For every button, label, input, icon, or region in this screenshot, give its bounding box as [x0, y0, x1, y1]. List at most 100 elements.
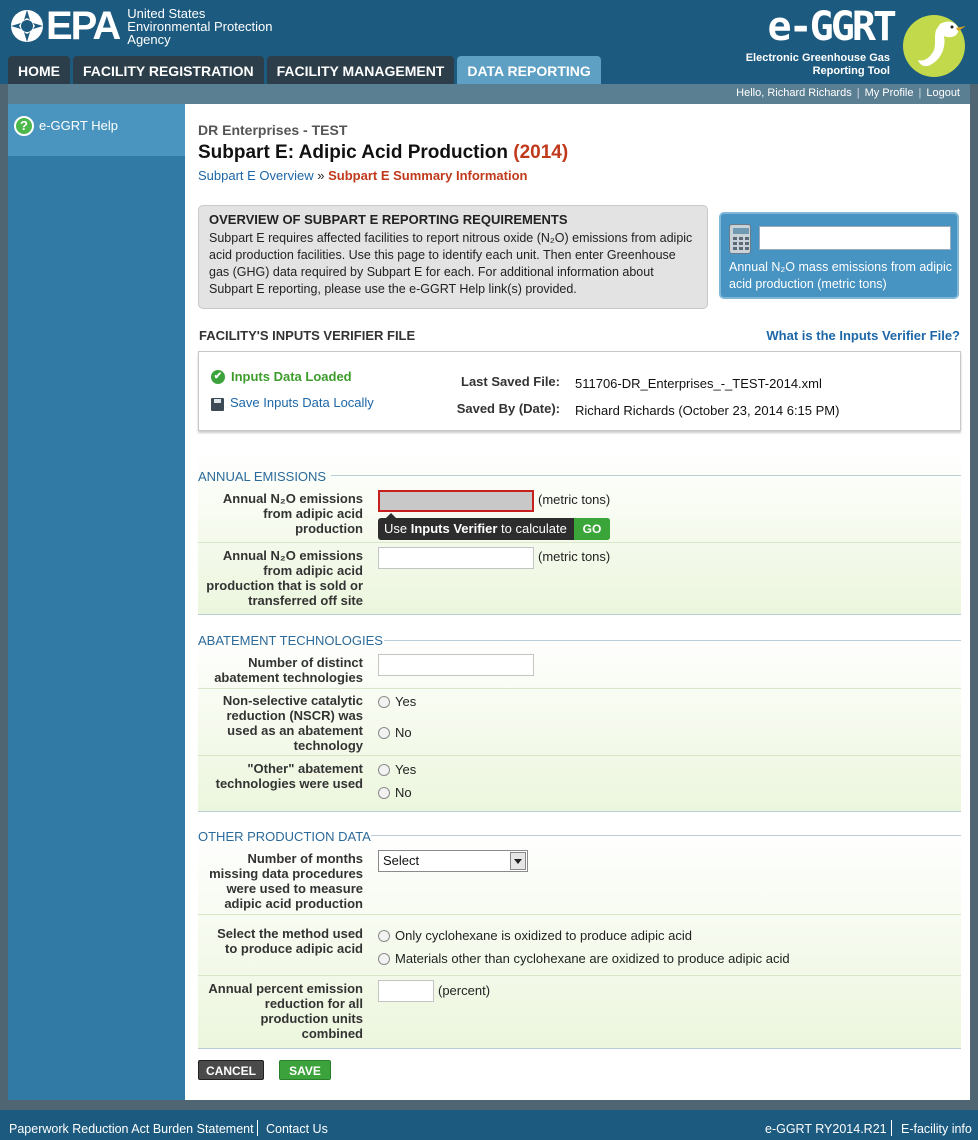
epa-flower-icon [11, 10, 43, 42]
row-divider [198, 542, 961, 543]
n2o-sold-label: Annual N₂O emissions from adipic acid pr… [206, 548, 363, 608]
inputs-verifier-tooltip: Use Inputs Verifier to calculate GO [378, 513, 610, 540]
radio-dot [378, 695, 390, 708]
footer-top-strip [0, 1100, 978, 1110]
method-other-materials-radio[interactable]: Materials other than cyclohexane are oxi… [378, 951, 790, 966]
calculated-emissions-output [759, 226, 951, 250]
nscr-yes-radio[interactable]: Yes [378, 694, 416, 709]
missing-months-select[interactable]: Select [378, 850, 528, 872]
help-icon: ? [14, 116, 34, 136]
saved-by-value: Richard Richards (October 23, 2014 6:15 … [575, 403, 840, 418]
epa-logo[interactable]: EPA United States Environmental Protecti… [10, 6, 273, 46]
row-divider [198, 975, 961, 976]
num-abatement-input[interactable] [378, 654, 534, 676]
user-greeting: Hello, Richard Richards [736, 87, 852, 99]
tooltip-text-bold: Inputs Verifier [410, 521, 498, 536]
sidebar-item-help[interactable]: ? e-GGRT Help [8, 104, 185, 156]
eggrt-logo: e-GGRT [767, 4, 897, 50]
efacility-info-link[interactable]: E-facility info [901, 1122, 972, 1136]
eggrt-subtitle-line-2: Reporting Tool [812, 65, 890, 77]
radio-dot [378, 952, 390, 965]
other-abatement-label: "Other" abatement technologies were used [215, 761, 363, 791]
separator: | [856, 87, 860, 99]
heron-logo-icon [903, 15, 966, 77]
nav-tab-facility-registration[interactable]: FACILITY REGISTRATION [73, 56, 264, 84]
nscr-no-radio[interactable]: No [378, 725, 412, 740]
inputs-loaded-text: Inputs Data Loaded [231, 369, 352, 384]
radio-label: Yes [395, 762, 417, 777]
radio-label: Materials other than cyclohexane are oxi… [395, 951, 790, 966]
percent-reduction-label: Annual percent emission reduction for al… [208, 981, 363, 1041]
annual-emissions-title: ANNUAL EMISSIONS [198, 469, 327, 484]
contact-us-link[interactable]: Contact Us [266, 1122, 328, 1136]
paperwork-link[interactable]: Paperwork Reduction Act Burden Statement [9, 1122, 254, 1136]
tooltip-text-pre: Use [384, 521, 411, 536]
n2o-emissions-label: Annual N₂O emissions from adipic acid pr… [222, 491, 363, 536]
method-label: Select the method used to produce adipic… [217, 926, 363, 956]
section-divider [371, 835, 961, 836]
row-divider [198, 755, 961, 756]
sidebar: ? e-GGRT Help [8, 104, 185, 1100]
radio-dot [378, 929, 390, 942]
cancel-button[interactable]: CANCEL [198, 1060, 264, 1080]
overview-text: Subpart E requires affected facilities t… [209, 231, 693, 296]
row-divider [198, 914, 961, 915]
calculator-icon [729, 224, 751, 254]
nav-tab-home[interactable]: HOME [8, 56, 70, 84]
n2o-emissions-input[interactable] [378, 490, 534, 512]
calculated-emissions-label: Annual N₂O mass emissions from adipic ac… [729, 260, 952, 291]
save-inputs-locally-text: Save Inputs Data Locally [230, 395, 374, 410]
overview-title: OVERVIEW OF SUBPART E REPORTING REQUIREM… [209, 212, 568, 227]
other-abatement-no-radio[interactable]: No [378, 785, 412, 800]
header: EPA United States Environmental Protecti… [0, 0, 978, 84]
footer-separator [257, 1120, 258, 1136]
inputs-verifier-header: FACILITY'S INPUTS VERIFIER FILE [199, 328, 416, 343]
tooltip-text-post: to calculate [497, 521, 567, 536]
calculated-emissions-box: Annual N₂O mass emissions from adipic ac… [719, 212, 959, 299]
radio-dot [378, 786, 390, 799]
last-saved-label: Last Saved File: [461, 374, 560, 389]
my-profile-link[interactable]: My Profile [865, 87, 914, 99]
breadcrumb-separator: » [317, 168, 325, 183]
n2o-sold-input[interactable] [378, 547, 534, 569]
nscr-label: Non-selective catalytic reduction (NSCR)… [222, 693, 363, 753]
missing-months-label: Number of months missing data procedures… [209, 851, 363, 911]
nav-tab-data-reporting[interactable]: DATA REPORTING [457, 56, 601, 84]
percent-reduction-unit: (percent) [438, 983, 491, 998]
company-name: DR Enterprises - TEST [198, 122, 348, 138]
saved-by-label: Saved By (Date): [456, 401, 560, 416]
go-button[interactable]: GO [574, 518, 610, 540]
other-production-title: OTHER PRODUCTION DATA [198, 829, 371, 844]
logout-link[interactable]: Logout [926, 87, 960, 99]
what-is-inputs-verifier-link[interactable]: What is the Inputs Verifier File? [766, 328, 960, 343]
eggrt-subtitle: Electronic Greenhouse Gas Reporting Tool [746, 52, 890, 78]
agency-name: United States Environmental Protection A… [127, 7, 272, 46]
radio-label: No [395, 785, 412, 800]
nav-tab-facility-management[interactable]: FACILITY MANAGEMENT [266, 56, 455, 84]
save-button[interactable]: SAVE [279, 1060, 331, 1080]
missing-months-selected-value: Select [383, 853, 420, 868]
section-divider [331, 475, 961, 476]
agency-line-3: Agency [127, 31, 171, 47]
breadcrumb-overview-link[interactable]: Subpart E Overview [198, 168, 314, 183]
version-label: e-GGRT RY2014.R21 [765, 1122, 887, 1136]
num-abatement-label: Number of distinct abatement technologie… [214, 655, 363, 685]
main-nav: HOME FACILITY REGISTRATION FACILITY MANA… [8, 56, 604, 84]
breadcrumb: Subpart E Overview » Subpart E Summary I… [198, 168, 527, 183]
radio-label: No [395, 725, 412, 740]
inputs-loaded-status: ✔ Inputs Data Loaded [211, 369, 352, 384]
other-abatement-yes-radio[interactable]: Yes [378, 762, 416, 777]
save-disk-icon [211, 398, 224, 411]
radio-label: Yes [395, 694, 417, 709]
user-bar: Hello, Richard Richards | My Profile | Logou… [8, 84, 970, 104]
main-content: DR Enterprises - TEST Subpart E: Adipic … [185, 104, 970, 1100]
percent-reduction-input[interactable] [378, 980, 434, 1002]
help-label: e-GGRT Help [39, 118, 118, 133]
epa-logo-text: EPA [46, 4, 121, 48]
radio-dot [378, 763, 390, 776]
method-cyclohexane-radio[interactable]: Only cyclohexane is oxidized to produce … [378, 928, 692, 943]
save-inputs-locally-link[interactable]: Save Inputs Data Locally [211, 395, 374, 411]
n2o-emissions-unit: (metric tons) [538, 492, 611, 507]
agency-line-1: United States [127, 5, 206, 21]
eggrt-subtitle-line-1: Electronic Greenhouse Gas [745, 52, 890, 64]
